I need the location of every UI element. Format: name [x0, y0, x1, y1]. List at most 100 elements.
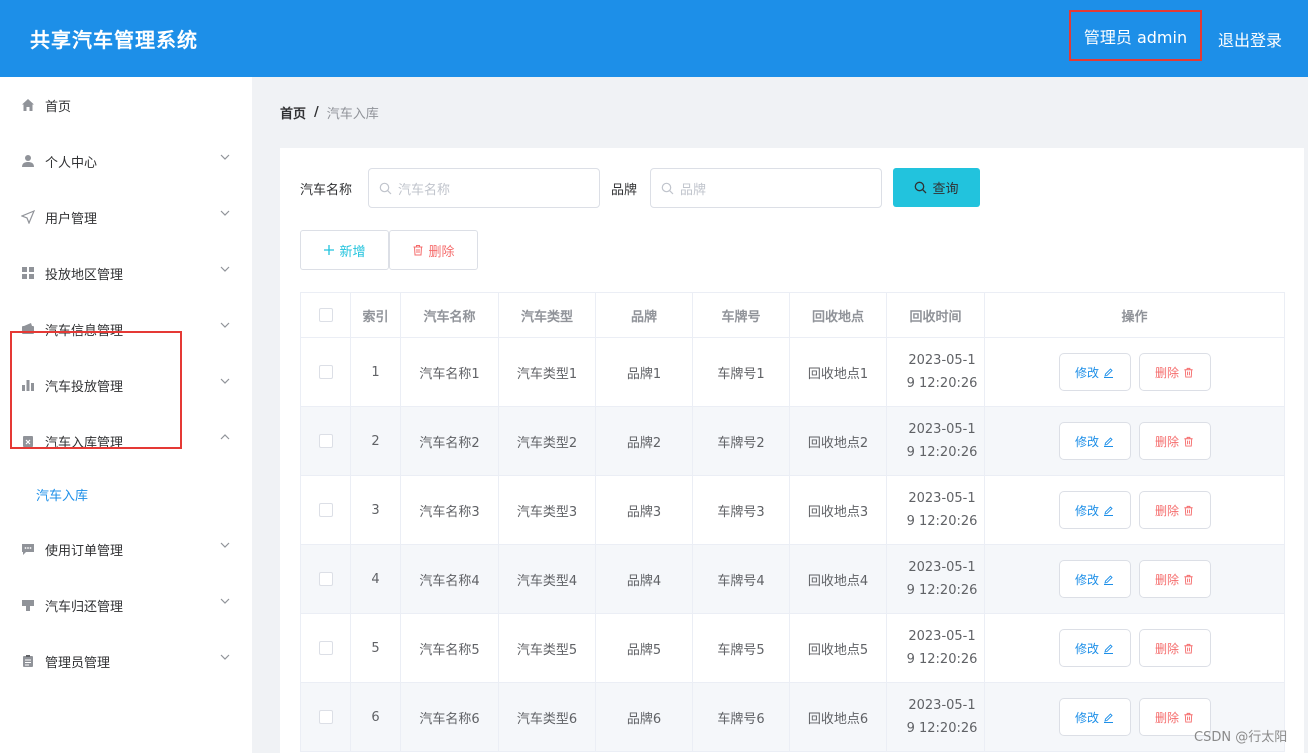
row-checkbox[interactable]	[318, 503, 333, 517]
car-name-placeholder: 汽车名称	[398, 182, 451, 198]
chevron-down-icon	[219, 651, 231, 667]
search-icon	[379, 182, 392, 195]
top-header: 共享汽车管理系统 管理员 admin 退出登录	[0, 0, 1308, 77]
current-user[interactable]: 管理员 admin	[1069, 10, 1202, 61]
action-cell: 修改 删除	[984, 613, 1285, 683]
delete-button[interactable]: 删除	[1138, 560, 1211, 598]
time-line-2: 9 12:20:26	[906, 376, 978, 391]
delete-label: 删除	[1154, 641, 1179, 656]
row-checkbox[interactable]	[318, 434, 333, 448]
brand-cell: 品牌1	[595, 337, 693, 407]
time-line-1: 2023-05-1	[908, 560, 976, 575]
time-cell: 2023-05-1 9 12:20:26	[886, 544, 985, 614]
plate-cell: 车牌号6	[692, 682, 790, 752]
watermark: CSDN @行太阳	[1194, 730, 1288, 745]
edit-label: 修改	[1074, 710, 1099, 725]
row-checkbox[interactable]	[318, 641, 333, 655]
edit-button[interactable]: 修改	[1058, 491, 1131, 529]
type-cell: 汽车类型5	[498, 613, 596, 683]
sidebar-item-returns[interactable]: 汽车归还管理	[0, 577, 252, 633]
sidebar-item-car-deploy[interactable]: 汽车投放管理	[0, 357, 252, 413]
table-row: 3 汽车名称3 汽车类型3 品牌3 车牌号3 回收地点3 2023-05-1 9 …	[300, 475, 1285, 545]
edit-icon	[1103, 436, 1114, 447]
message-icon	[20, 541, 36, 557]
trash-icon	[1183, 436, 1194, 447]
plate-cell: 车牌号3	[692, 475, 790, 545]
app-title: 共享汽车管理系统	[30, 28, 198, 52]
delete-button[interactable]: 删除	[1138, 629, 1211, 667]
sidebar-item-car-info[interactable]: 汽车信息管理	[0, 301, 252, 357]
sidebar-item-car-stock[interactable]: 汽车入库管理	[0, 413, 252, 469]
location-cell: 回收地点5	[789, 613, 887, 683]
car-name-input[interactable]: 汽车名称	[368, 168, 600, 208]
sidebar-item-users[interactable]: 用户管理	[0, 189, 252, 245]
batch-delete-button[interactable]: 删除	[389, 230, 478, 270]
sidebar-item-regions[interactable]: 投放地区管理	[0, 245, 252, 301]
add-button[interactable]: 新增	[300, 230, 389, 270]
edit-icon	[1103, 367, 1114, 378]
time-cell: 2023-05-1 9 12:20:26	[886, 337, 985, 407]
chevron-down-icon	[219, 319, 231, 335]
edit-button[interactable]: 修改	[1058, 629, 1131, 667]
chevron-down-icon	[219, 207, 231, 223]
plus-icon	[323, 244, 335, 256]
edit-label: 修改	[1074, 503, 1099, 518]
search-icon	[661, 182, 674, 195]
plate-cell: 车牌号1	[692, 337, 790, 407]
edit-button[interactable]: 修改	[1058, 422, 1131, 460]
delete-button[interactable]: 删除	[1138, 491, 1211, 529]
action-cell: 修改 删除	[984, 406, 1285, 476]
column-header: 索引	[350, 292, 401, 338]
row-checkbox[interactable]	[318, 572, 333, 586]
logout-link[interactable]: 退出登录	[1218, 27, 1282, 51]
type-cell: 汽车类型4	[498, 544, 596, 614]
sidebar-item-label: 使用订单管理	[45, 543, 124, 559]
wallet-icon	[20, 321, 36, 337]
sidebar-item-label: 汽车信息管理	[45, 323, 124, 339]
sidebar-item-label: 用户管理	[45, 211, 98, 227]
index-cell: 5	[350, 613, 401, 683]
sidebar-item-admins[interactable]: 管理员管理	[0, 633, 252, 689]
query-button[interactable]: 查询	[893, 168, 980, 207]
sidebar-item-orders[interactable]: 使用订单管理	[0, 521, 252, 577]
edit-button[interactable]: 修改	[1058, 353, 1131, 391]
time-cell: 2023-05-1 9 12:20:26	[886, 406, 985, 476]
select-cell	[300, 406, 351, 476]
query-button-label: 查询	[932, 182, 959, 197]
home-icon	[20, 97, 36, 113]
edit-button[interactable]: 修改	[1058, 698, 1131, 736]
delete-label: 删除	[1154, 710, 1179, 725]
sidebar-item-profile[interactable]: 个人中心	[0, 133, 252, 189]
table-row: 1 汽车名称1 汽车类型1 品牌1 车牌号1 回收地点1 2023-05-1 9 …	[300, 337, 1285, 407]
type-cell: 汽车类型2	[498, 406, 596, 476]
brand-input[interactable]: 品牌	[650, 168, 882, 208]
delete-button[interactable]: 删除	[1138, 422, 1211, 460]
chevron-down-icon	[219, 375, 231, 391]
name-cell: 汽车名称1	[400, 337, 499, 407]
action-cell: 修改 删除	[984, 475, 1285, 545]
inventory-icon	[20, 433, 36, 449]
sidebar-item-label: 首页	[45, 99, 72, 115]
sidebar-subitem-car-stock[interactable]: 汽车入库	[0, 469, 252, 519]
edit-button[interactable]: 修改	[1058, 560, 1131, 598]
breadcrumb-home[interactable]: 首页	[280, 103, 306, 122]
location-cell: 回收地点4	[789, 544, 887, 614]
chevron-down-icon	[219, 151, 231, 167]
column-header: 回收时间	[886, 292, 985, 338]
time-line-1: 2023-05-1	[908, 491, 976, 506]
grid-icon	[20, 265, 36, 281]
index-cell: 2	[350, 406, 401, 476]
edit-icon	[1103, 712, 1114, 723]
select-all-checkbox[interactable]	[318, 308, 333, 322]
time-line-2: 9 12:20:26	[906, 445, 978, 460]
row-checkbox[interactable]	[318, 365, 333, 379]
add-button-label: 新增	[339, 244, 366, 260]
bar-chart-icon	[20, 377, 36, 393]
select-cell	[300, 544, 351, 614]
main-panel: 汽车名称 汽车名称 品牌 品牌 查询 新增 删除 索引 汽车名称 汽车类型 品牌	[280, 148, 1304, 753]
delete-button[interactable]: 删除	[1138, 353, 1211, 391]
delete-label: 删除	[1154, 572, 1179, 587]
type-cell: 汽车类型3	[498, 475, 596, 545]
sidebar-item-home[interactable]: 首页	[0, 77, 252, 133]
row-checkbox[interactable]	[318, 710, 333, 724]
